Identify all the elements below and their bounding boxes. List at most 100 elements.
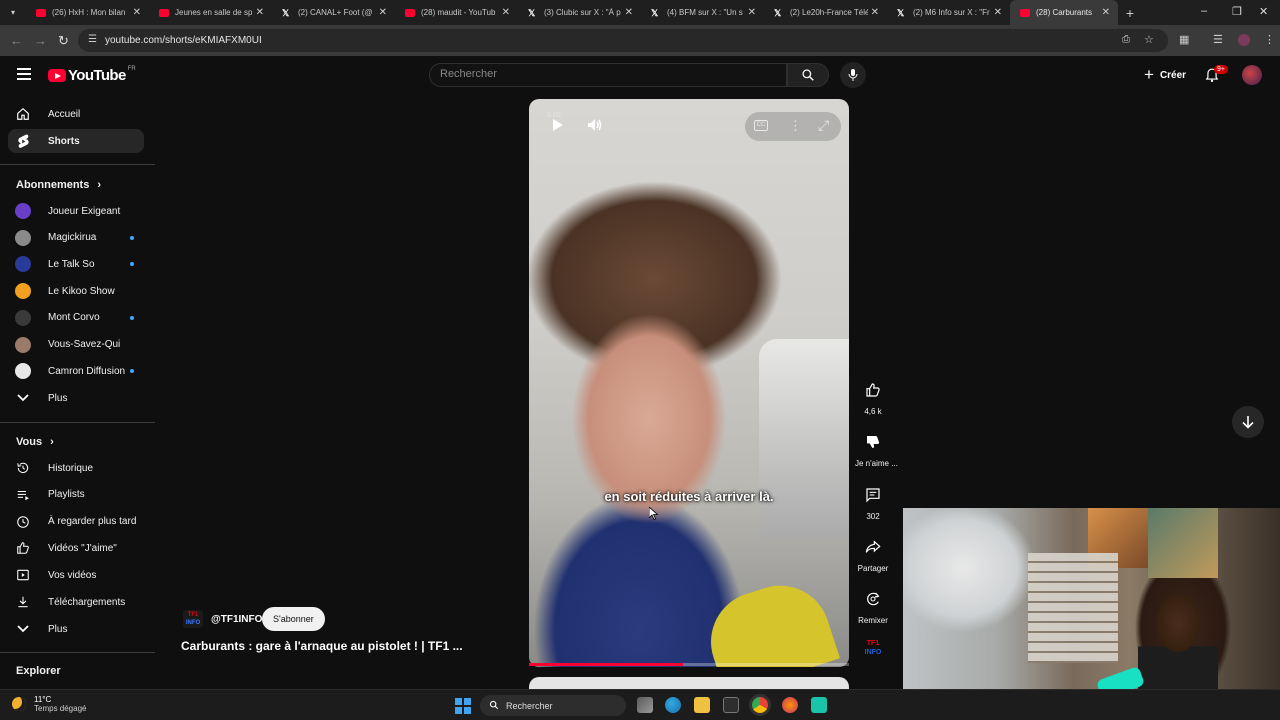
fullscreen-icon[interactable]: ⤢ [818,117,829,134]
search-button[interactable] [787,63,829,87]
browser-tab[interactable]: Jeunes en salle de sp ✕ [149,0,272,25]
short-title[interactable]: Carburants : gare à l'arnaque au pistole… [181,639,463,653]
shorts-icon [16,134,30,148]
browser-tab[interactable]: 𝕏 (2) CANAL+ Foot (@ ✕ [272,0,395,25]
channel-logo-small[interactable]: TF1 INFO [860,637,886,659]
sidebar-item-your-videos[interactable]: Vos vidéos [8,563,144,587]
video-progress-bar[interactable] [529,663,849,666]
close-tab-icon[interactable]: ✕ [1102,7,1110,18]
sidebar-item-downloads[interactable]: Téléchargements [8,590,144,614]
dislike-button[interactable] [858,427,888,457]
share-action[interactable]: Partager [855,532,891,573]
remix-button[interactable] [858,584,888,614]
like-button[interactable] [858,375,888,405]
sidebar-item-shorts[interactable]: Shorts [8,129,144,153]
remix-action[interactable]: Remixer [855,584,891,625]
play-icon[interactable] [548,116,566,134]
firefox-icon[interactable] [782,697,798,713]
subscribe-button[interactable]: S'abonner [262,607,325,631]
close-tab-icon[interactable]: ✕ [256,7,264,18]
share-button[interactable] [858,532,888,562]
close-window-icon[interactable]: ✕ [1259,5,1268,18]
browser-tab[interactable]: 𝕏 (2) Le20h-France Télé ✕ [764,0,887,25]
search-input[interactable] [440,68,770,80]
browser-menu-icon[interactable]: ⋮ [1264,33,1275,46]
reload-icon[interactable]: ↻ [58,33,69,49]
sidebar-divider [0,422,155,423]
volume-icon[interactable] [586,116,604,134]
back-icon[interactable]: ← [10,33,23,48]
close-tab-icon[interactable]: ✕ [748,7,756,18]
media-controls-icon[interactable]: ☰ [1213,33,1223,46]
weather-widget[interactable]: 11°C Temps dégagé [12,695,86,713]
sidebar-item-home[interactable]: Accueil [8,102,144,126]
browser-tab[interactable]: 𝕏 (2) M6 Info sur X : "Fr ✕ [887,0,1010,25]
weather-condition: Temps dégagé [34,704,87,713]
sidebar-item-channel[interactable]: Vous-Savez-Qui [8,333,144,357]
sidebar-item-liked-videos[interactable]: Vidéos "J'aime" [8,536,144,560]
create-button[interactable]: + Créer [1136,63,1194,87]
sidebar-item-channel[interactable]: Mont Corvo [8,306,144,330]
taskbar-search[interactable]: Rechercher [480,695,626,716]
app-icon[interactable] [811,697,827,713]
minimize-icon[interactable]: – [1201,5,1207,17]
like-action[interactable]: 4,6 k [855,375,891,416]
close-tab-icon[interactable]: ✕ [625,7,633,18]
profile-avatar-icon[interactable] [1238,34,1250,46]
sidebar-item-channel[interactable]: Magickirua [8,226,144,250]
close-tab-icon[interactable]: ✕ [871,7,879,18]
comments-action[interactable]: 302 [855,480,891,521]
chrome-icon[interactable] [752,697,768,713]
you-header[interactable]: Vous › [16,436,54,448]
dislike-action[interactable]: Je n'aime ... [855,427,898,468]
short-video-player[interactable] [529,99,849,667]
url-field[interactable]: ☰ youtube.com/shorts/eKMIAFXM0UI ⎙ ☆ [78,29,1168,52]
bookmark-star-icon[interactable]: ☆ [1144,33,1154,46]
more-options-icon[interactable]: ⋮ [789,118,802,134]
extensions-icon[interactable]: ▦ [1179,33,1189,46]
subscriptions-header[interactable]: Abonnements › [16,179,101,191]
sidebar-item-channel[interactable]: Le Talk So [8,252,144,276]
sidebar-item-channel[interactable]: Joueur Exigeant [8,199,144,223]
sidebar-item-watch-later[interactable]: À regarder plus tard [8,510,144,534]
next-short-preview[interactable] [529,677,849,689]
store-icon[interactable] [723,697,739,713]
sidebar-item-more-you[interactable]: Plus [8,617,144,641]
menu-icon[interactable] [17,68,31,80]
file-explorer-icon[interactable] [694,697,710,713]
edge-icon[interactable] [665,697,681,713]
browser-tab[interactable]: 𝕏 (3) Clubic sur X : "À p ✕ [518,0,641,25]
search-box[interactable] [429,63,787,87]
close-tab-icon[interactable]: ✕ [994,7,1002,18]
windows-start-icon[interactable] [455,698,471,714]
channel-handle[interactable]: @TF1INFO [211,614,262,625]
sidebar-item-more-subscriptions[interactable]: Plus [8,386,144,410]
forward-icon[interactable]: → [34,33,47,48]
close-tab-icon[interactable]: ✕ [502,7,510,18]
channel-logo-top: TF1 [866,640,880,647]
browser-tab[interactable]: (26) HxH : Mon bilan ✕ [26,0,149,25]
new-tab-button[interactable]: + [1118,5,1142,21]
site-info-icon[interactable]: ☰ [88,34,97,45]
captions-icon[interactable]: CC [754,120,768,131]
channel-avatar[interactable]: TF1 INFO [183,610,203,628]
comments-button[interactable] [858,480,888,510]
voice-search-button[interactable] [840,62,866,88]
browser-tab[interactable]: (28) Carburants ✕ [1010,0,1118,25]
sidebar-item-history[interactable]: Historique [8,456,144,480]
youtube-logo[interactable]: YouTube FR [48,66,136,84]
maximize-icon[interactable]: ❐ [1232,5,1242,18]
sidebar-item-playlists[interactable]: Playlists [8,483,144,507]
browser-tab[interactable]: 𝕏 (4) BFM sur X : "Un s ✕ [641,0,764,25]
account-avatar[interactable] [1242,65,1262,85]
install-app-icon[interactable]: ⎙ [1122,34,1130,45]
tab-search-chevron-icon[interactable]: ▾ [0,0,26,25]
close-tab-icon[interactable]: ✕ [133,7,141,18]
next-short-button[interactable] [1232,406,1264,438]
wall-poster [1148,508,1218,578]
browser-tab[interactable]: (28) maudit - YouTub ✕ [395,0,518,25]
sidebar-item-channel[interactable]: Camron Diffusion [8,359,144,383]
close-tab-icon[interactable]: ✕ [379,7,387,18]
sidebar-item-channel[interactable]: Le Kikoo Show [8,279,144,303]
task-view-icon[interactable] [637,697,653,713]
